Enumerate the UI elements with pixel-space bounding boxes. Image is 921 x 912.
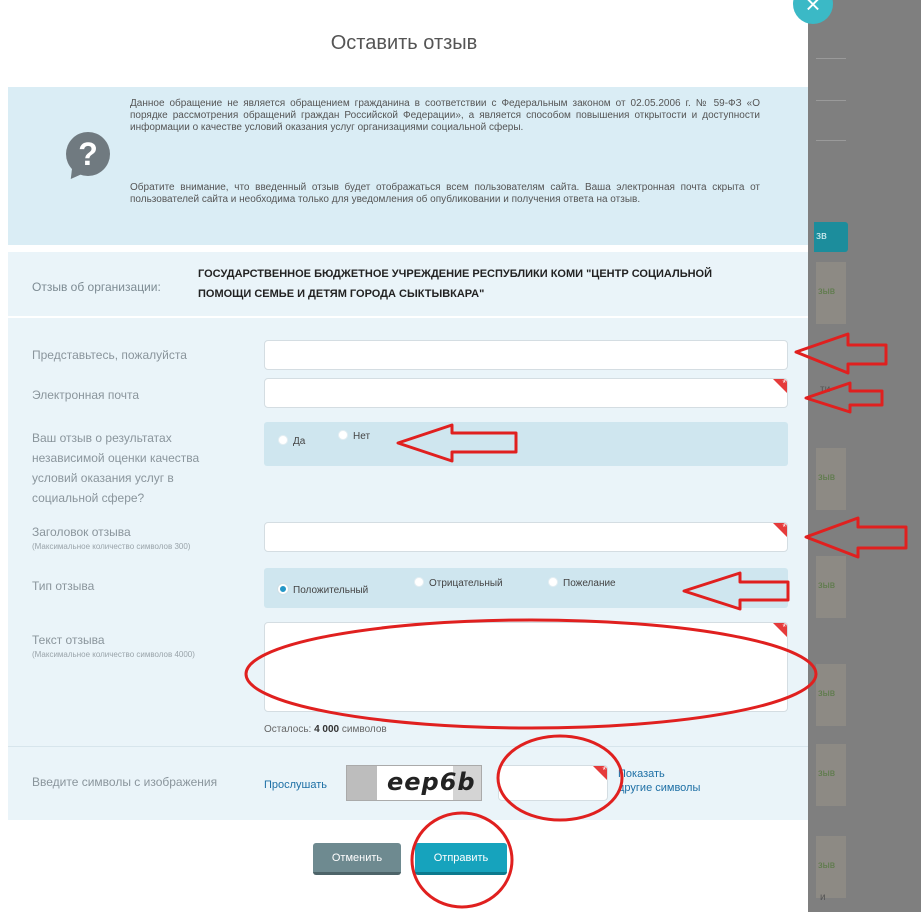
captcha-image: eep6b [346,765,482,801]
subject-hint: (Максимальное количество символов 300) [32,542,191,551]
text-label: Текст отзыва [32,633,105,647]
backdrop-button: зв [814,222,848,252]
independent-assessment-label: Ваш отзыв о результатах независимой оцен… [32,431,200,505]
organization-label: Отзыв об организации: [32,280,161,294]
backdrop-panel: зыв [816,448,846,510]
name-input[interactable] [264,340,788,370]
remaining-counter: Осталось: 4 000 символов [264,724,387,735]
required-marker-icon [773,622,787,637]
modal-title: Оставить отзыв [330,32,478,54]
question-icon: ? [66,132,110,176]
backdrop-panel-label: зыв [818,768,836,779]
backdrop-panel: зыв [816,262,846,324]
backdrop-panel-label: зыв [818,472,836,483]
backdrop-fragment: и [820,892,826,903]
remaining-count: 4 000 [314,724,340,735]
backdrop-button-label: зв [816,230,827,242]
backdrop-divider [816,140,846,141]
required-marker-icon [593,765,607,780]
backdrop-panel: зыв [816,556,846,618]
captcha-text: eep6b [387,768,476,796]
backdrop-panel-label: зыв [818,286,836,297]
required-marker-icon [773,522,787,537]
backdrop-panel: зыв [816,744,846,806]
radio-selected-icon [278,584,288,594]
backdrop-panel-label: зыв [818,580,836,591]
page-backdrop: зв зыв ти зыв зыв зыв зыв зыв и [808,0,921,912]
listen-link[interactable]: Прослушать [264,779,327,791]
type-radio-group: Положительный Отрицательный Пожелание [264,568,788,608]
name-label: Представьтесь, пожалуйста [32,348,187,362]
send-button[interactable]: Отправить [415,843,507,875]
radio-wish-label: Пожелание [563,578,616,589]
info-paragraph-privacy: Обратите внимание, что введенный отзыв б… [130,182,760,205]
radio-positive[interactable]: Положительный [278,584,368,596]
email-input[interactable] [264,378,788,408]
radio-yes[interactable]: Да [278,435,305,447]
text-textarea[interactable] [264,622,788,712]
captcha-input[interactable] [498,765,608,801]
info-notice: ? Данное обращение не является обращение… [8,87,808,245]
email-label: Электронная почта [32,388,140,402]
text-hint: (Максимальное количество символов 4000) [32,650,195,659]
backdrop-panel-label: зыв [818,860,836,871]
show-other-line1: Показать [618,768,665,780]
radio-circle-icon [414,577,424,587]
backdrop-divider [816,58,846,59]
remaining-prefix: Осталось: [264,724,312,735]
subject-input[interactable] [264,522,788,552]
organization-name: ГОСУДАРСТВЕННОЕ БЮДЖЕТНОЕ УЧРЕЖДЕНИЕ РЕС… [198,268,713,300]
backdrop-divider [816,100,846,101]
radio-positive-label: Положительный [293,585,369,596]
backdrop-fragment: ти [820,384,831,395]
captcha-noise [347,766,377,800]
show-other-symbols-link[interactable]: Показать другие символы [618,767,700,795]
captcha-label: Введите символы с изображения [32,775,218,789]
radio-circle-icon [278,435,288,445]
subject-label: Заголовок отзыва [32,525,131,539]
show-other-line2: другие символы [618,782,701,794]
radio-no[interactable]: Нет [338,430,370,442]
backdrop-panel-label: зыв [818,688,836,699]
feedback-form: Представьтесь, пожалуйста Электронная по… [8,318,808,746]
feedback-modal: Оставить отзыв ? Данное обращение не явл… [0,0,808,912]
backdrop-panel: зыв [816,836,846,898]
remaining-suffix: символов [341,724,387,735]
type-label: Тип отзыва [32,579,95,593]
required-marker-icon [773,378,787,393]
radio-circle-icon [548,577,558,587]
radio-circle-icon [338,430,348,440]
radio-negative[interactable]: Отрицательный [414,577,503,589]
backdrop-panel: зыв [816,664,846,726]
captcha-row: Введите символы с изображения Прослушать… [8,746,808,820]
radio-wish[interactable]: Пожелание [548,577,616,589]
info-paragraph-legal: Данное обращение не является обращением … [130,98,760,133]
organization-row: Отзыв об организации: ГОСУДАРСТВЕННОЕ БЮ… [8,252,808,316]
cancel-button[interactable]: Отменить [313,843,401,875]
independent-assessment-radio-group: Да Нет [264,422,788,466]
radio-no-label: Нет [353,431,371,442]
radio-negative-label: Отрицательный [429,578,503,589]
radio-yes-label: Да [293,436,306,447]
